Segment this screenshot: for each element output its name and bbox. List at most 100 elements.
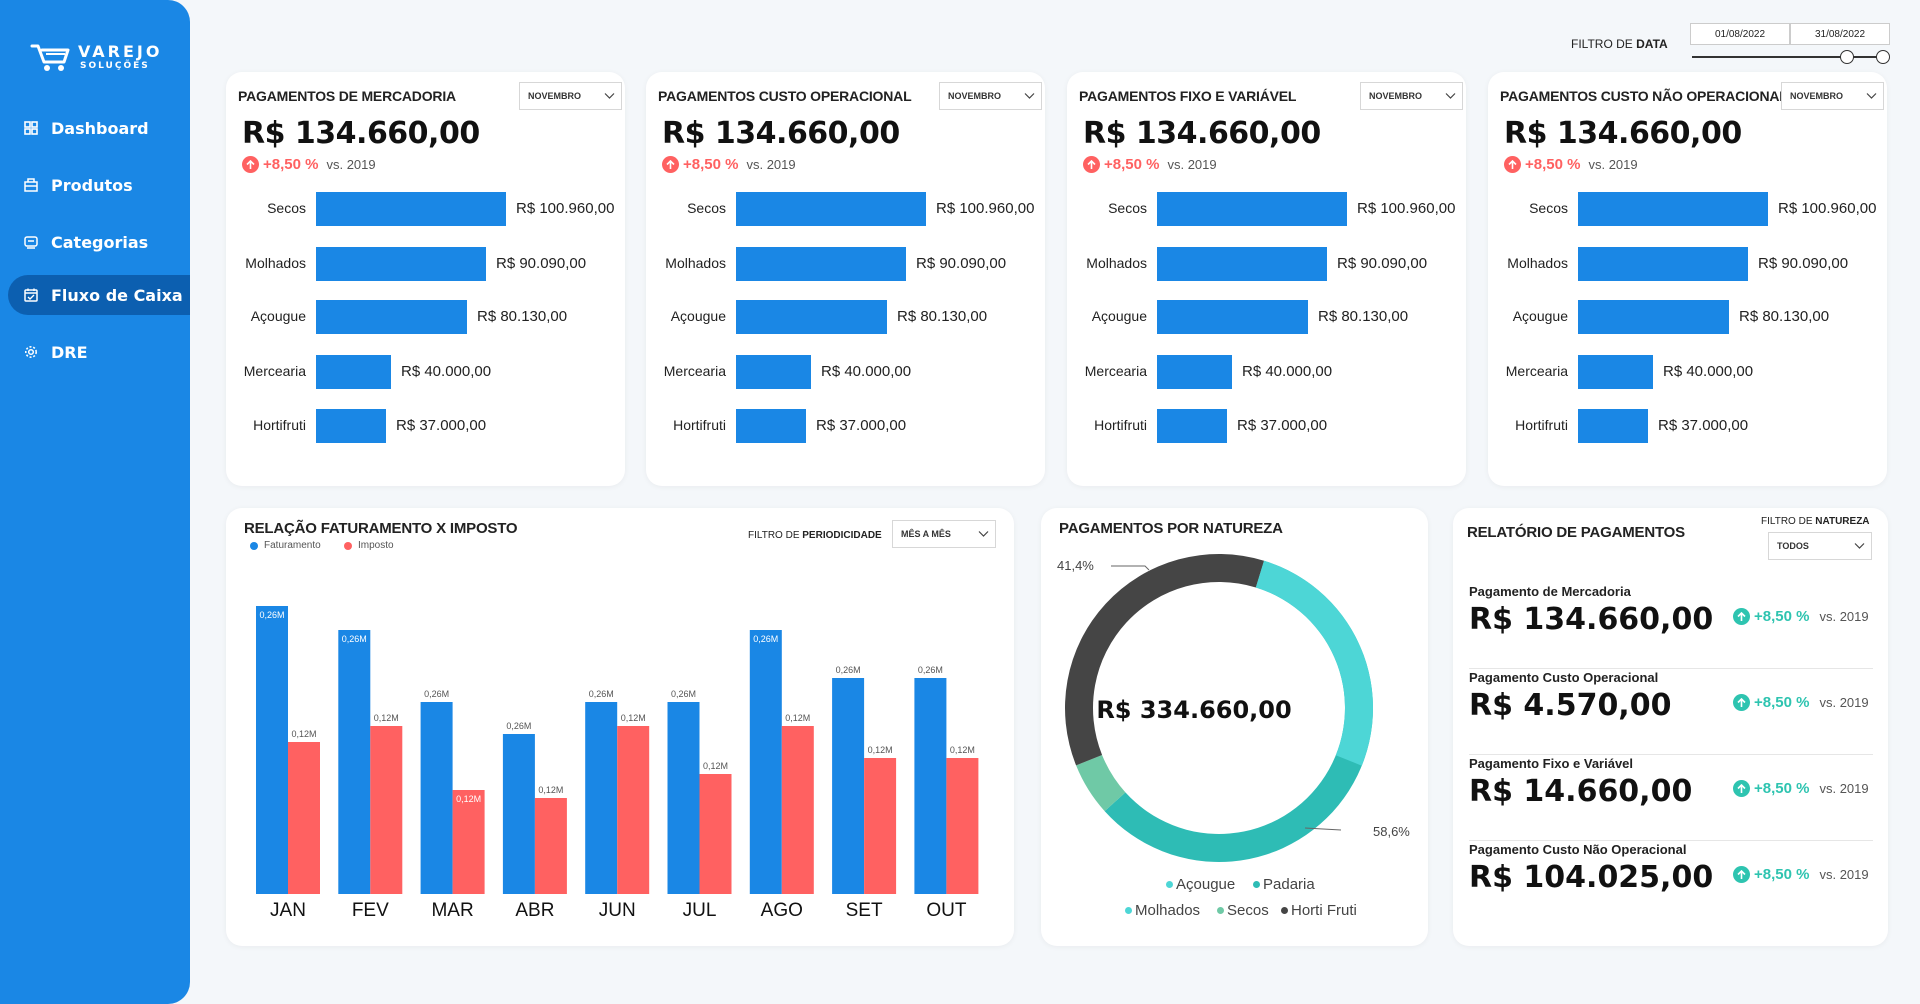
donut-center-value: R$ 334.660,00 — [1096, 696, 1292, 724]
bar[interactable] — [736, 300, 887, 334]
bar-category-label: Mercearia — [243, 363, 306, 379]
imposto-bar[interactable] — [452, 790, 485, 894]
payment-card: PAGAMENTOS DE MERCADORIA NOVEMBRO R$ 134… — [226, 72, 625, 486]
bar-row: Secos R$ 100.960,00 — [1488, 192, 1887, 226]
legend-swatch — [1253, 881, 1260, 888]
bar-category-label: Secos — [267, 200, 306, 216]
bar-category-label: Secos — [687, 200, 726, 216]
faturamento-bar[interactable] — [420, 702, 453, 894]
donut-slice-acougue[interactable] — [1255, 560, 1373, 766]
x-tick-label: JUL — [683, 900, 717, 921]
bar[interactable] — [1157, 355, 1232, 389]
bar[interactable] — [316, 355, 391, 389]
month-dropdown[interactable]: NOVEMBRO — [519, 82, 622, 110]
data-label: 0,12M — [703, 761, 728, 771]
date-end-input[interactable]: 31/08/2022 — [1790, 23, 1890, 45]
date-slider-end-handle[interactable] — [1876, 50, 1890, 64]
data-label: 0,26M — [671, 689, 696, 699]
donut-slice-horti-fruti[interactable] — [1065, 554, 1265, 766]
report-item[interactable]: Pagamento Custo Não Operacional R$ 104.0… — [1469, 842, 1873, 927]
date-range-slider[interactable] — [1692, 56, 1884, 58]
bar[interactable] — [1157, 409, 1227, 443]
faturamento-bar[interactable] — [338, 630, 371, 894]
x-tick-label: MAR — [431, 900, 473, 921]
bar-category-label: Hortifruti — [1094, 417, 1147, 433]
legend-label: Açougue — [1176, 876, 1236, 893]
bar-row: Açougue R$ 80.130,00 — [646, 300, 1045, 334]
brand-logo[interactable]: VAREJO SOLUÇÕES — [30, 40, 162, 74]
faturamento-bar[interactable] — [914, 678, 947, 894]
dropdown-value: NOVEMBRO — [1369, 91, 1423, 101]
month-dropdown[interactable]: NOVEMBRO — [939, 82, 1042, 110]
faturamento-bar[interactable] — [585, 702, 618, 894]
sidebar-item-fluxo-de-caixa[interactable]: Fluxo de Caixa — [8, 275, 190, 315]
bar-row: Secos R$ 100.960,00 — [646, 192, 1045, 226]
imposto-bar[interactable] — [946, 758, 979, 894]
faturamento-bar[interactable] — [749, 630, 782, 894]
sidebar-item-label: Produtos — [51, 175, 133, 195]
bar[interactable] — [316, 192, 506, 226]
bar-row: Molhados R$ 90.090,00 — [1067, 247, 1466, 281]
faturamento-bar[interactable] — [256, 606, 288, 894]
faturamento-bar[interactable] — [667, 702, 700, 894]
bar[interactable] — [1578, 300, 1729, 334]
bar[interactable] — [316, 300, 467, 334]
imposto-bar[interactable] — [288, 742, 320, 894]
dropdown-value: NOVEMBRO — [528, 91, 582, 101]
bar[interactable] — [316, 247, 486, 281]
data-label: 0,26M — [918, 665, 943, 675]
month-dropdown[interactable]: NOVEMBRO — [1360, 82, 1463, 110]
imposto-bar[interactable] — [617, 726, 650, 894]
imposto-bar[interactable] — [864, 758, 897, 894]
bar[interactable] — [316, 409, 386, 443]
report-item[interactable]: Pagamento Fixo e Variável R$ 14.660,00 +… — [1469, 756, 1873, 841]
bar[interactable] — [1578, 247, 1748, 281]
date-slider-start-handle[interactable] — [1840, 50, 1854, 64]
bar[interactable] — [1157, 247, 1327, 281]
bar[interactable] — [1578, 192, 1768, 226]
data-label: 0,12M — [621, 713, 646, 723]
bar[interactable] — [1157, 300, 1308, 334]
filter-prefix: FILTRO DE — [1761, 516, 1813, 527]
payment-card: PAGAMENTOS CUSTO NÃO OPERACIONAL NOVEMBR… — [1488, 72, 1887, 486]
bar[interactable] — [736, 192, 926, 226]
sidebar-item-produtos[interactable]: Produtos — [0, 165, 190, 205]
payment-card-title: PAGAMENTOS CUSTO NÃO OPERACIONAL — [1500, 88, 1788, 104]
imposto-bar[interactable] — [370, 726, 403, 894]
sidebar-item-categorias[interactable]: Categorias — [0, 222, 190, 262]
sidebar-item-dashboard[interactable]: Dashboard — [0, 108, 190, 148]
faturamento-bar[interactable] — [502, 734, 535, 894]
bar-value-label: R$ 80.130,00 — [1318, 308, 1409, 325]
bar[interactable] — [1578, 355, 1653, 389]
sidebar-item-dre[interactable]: DRE — [0, 332, 190, 372]
bar[interactable] — [1578, 409, 1648, 443]
x-tick-label: JAN — [270, 900, 306, 921]
faturamento-bar[interactable] — [832, 678, 865, 894]
nature-dropdown[interactable]: TODOS — [1768, 532, 1872, 560]
payment-card-title: PAGAMENTOS DE MERCADORIA — [238, 88, 456, 104]
legend-swatch — [1166, 881, 1173, 888]
data-label: 0,12M — [374, 713, 399, 723]
imposto-bar[interactable] — [699, 774, 732, 894]
bar-value-label: R$ 90.090,00 — [1337, 255, 1428, 272]
bar[interactable] — [736, 355, 811, 389]
bar-category-label: Molhados — [245, 255, 306, 271]
imposto-bar[interactable] — [781, 726, 814, 894]
report-item-title: Pagamento Custo Não Operacional — [1469, 842, 1687, 857]
imposto-bar[interactable] — [534, 798, 567, 894]
bar-row: Hortifruti R$ 37.000,00 — [1488, 409, 1887, 443]
arrow-up-icon — [1733, 866, 1750, 883]
report-item-value: R$ 104.025,00 — [1469, 860, 1714, 895]
bar[interactable] — [736, 409, 806, 443]
date-filter-label: FILTRO DE DATA — [1571, 37, 1668, 51]
bar[interactable] — [736, 247, 906, 281]
data-label: 0,26M — [259, 610, 284, 620]
bar[interactable] — [1157, 192, 1347, 226]
bar-row: Molhados R$ 90.090,00 — [1488, 247, 1887, 281]
report-item[interactable]: Pagamento de Mercadoria R$ 134.660,00 +8… — [1469, 584, 1873, 669]
month-dropdown[interactable]: NOVEMBRO — [1781, 82, 1884, 110]
bar-category-label: Hortifruti — [253, 417, 306, 433]
report-item[interactable]: Pagamento Custo Operacional R$ 4.570,00 … — [1469, 670, 1873, 755]
report-item-value: R$ 14.660,00 — [1469, 774, 1693, 809]
date-start-input[interactable]: 01/08/2022 — [1690, 23, 1790, 45]
